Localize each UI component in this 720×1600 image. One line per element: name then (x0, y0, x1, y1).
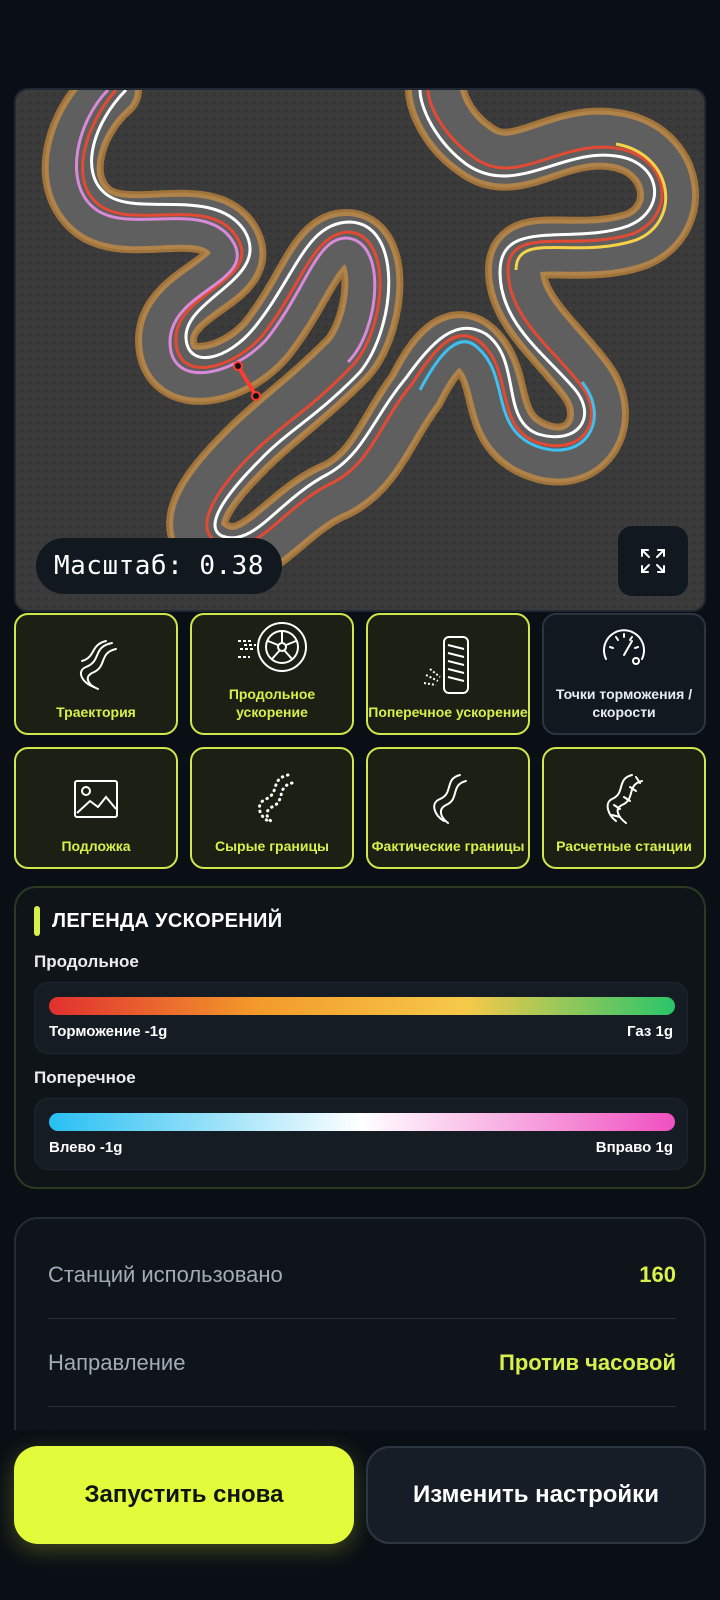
toggle-trajectory[interactable]: Траектория (14, 613, 178, 735)
toggle-braking-points[interactable]: Точки торможения / скорости (542, 613, 706, 735)
dotted-road-icon (258, 773, 294, 825)
lateral-gradient (49, 1113, 675, 1131)
toggle-background[interactable]: Подложка (14, 747, 178, 869)
start-point-b (251, 391, 261, 401)
layer-toggles: Траектория Продольное ускорение Поперечн… (14, 613, 706, 869)
stat-key: Направление (48, 1349, 186, 1375)
toggle-label: Расчетные станции (556, 838, 692, 854)
run-stats: Станций использовано 160 Направление Про… (14, 1217, 706, 1457)
longitudinal-max-label: Газ 1g (627, 1023, 673, 1040)
action-bar: Запустить снова Изменить настройки (0, 1430, 720, 1600)
legend-header: ЛЕГЕНДА УСКОРЕНИЙ (34, 906, 282, 936)
toggle-lateral-accel[interactable]: Поперечное ускорение (366, 613, 530, 735)
lateral-label: Поперечное (34, 1068, 136, 1087)
road-icon (433, 774, 467, 824)
toggle-label: Подложка (61, 838, 131, 854)
lateral-max-label: Вправо 1g (595, 1139, 673, 1156)
restart-button[interactable]: Запустить снова (14, 1446, 354, 1544)
stat-direction: Направление Против часовой (48, 1319, 676, 1407)
toggle-label: Траектория (56, 704, 136, 720)
trajectory-icon (79, 640, 117, 690)
wheel-icon (238, 622, 307, 672)
longitudinal-min-label: Торможение -1g (49, 1023, 168, 1040)
speedometer-icon (603, 629, 645, 665)
longitudinal-label: Продольное (34, 952, 139, 971)
expand-icon (641, 549, 665, 573)
toggle-actual-boundaries[interactable]: Фактические границы (366, 747, 530, 869)
change-settings-button[interactable]: Изменить настройки (366, 1446, 706, 1544)
stat-key: Станций использовано (48, 1261, 283, 1287)
toggle-label: Сырые границы (214, 838, 330, 854)
toggle-longitudinal-accel[interactable]: Продольное ускорение (190, 613, 354, 735)
toggle-raw-boundaries[interactable]: Сырые границы (190, 747, 354, 869)
stat-stations-used: Станций использовано 160 (48, 1231, 676, 1319)
expand-map-button[interactable] (618, 526, 688, 596)
lateral-scale: Влево -1g Вправо 1g (34, 1098, 688, 1170)
toggle-calc-stations[interactable]: Расчетные станции (542, 747, 706, 869)
scale-indicator: Масштаб: 0.38 (36, 538, 282, 594)
lateral-min-label: Влево -1g (49, 1139, 123, 1156)
longitudinal-gradient (49, 997, 675, 1015)
track-map[interactable]: Масштаб: 0.38 (14, 88, 706, 612)
legend-accent-bar (34, 906, 40, 936)
tire-icon (423, 636, 469, 694)
legend-title: ЛЕГЕНДА УСКОРЕНИЙ (52, 909, 283, 932)
toggle-label: Фактические границы (371, 838, 525, 854)
longitudinal-scale: Торможение -1g Газ 1g (34, 982, 688, 1054)
track-layout (16, 90, 704, 610)
start-point-a (233, 361, 243, 371)
toggle-label: Поперечное ускорение (368, 704, 528, 720)
toggle-label: Продольное ускорение (228, 686, 316, 720)
toggle-label: Точки торможения / скорости (555, 686, 693, 720)
stat-value: 160 (639, 1261, 676, 1287)
stat-value: Против часовой (499, 1349, 676, 1375)
image-icon (74, 780, 118, 818)
stations-icon (606, 774, 643, 824)
acceleration-legend: ЛЕГЕНДА УСКОРЕНИЙ Продольное Торможение … (14, 886, 706, 1189)
